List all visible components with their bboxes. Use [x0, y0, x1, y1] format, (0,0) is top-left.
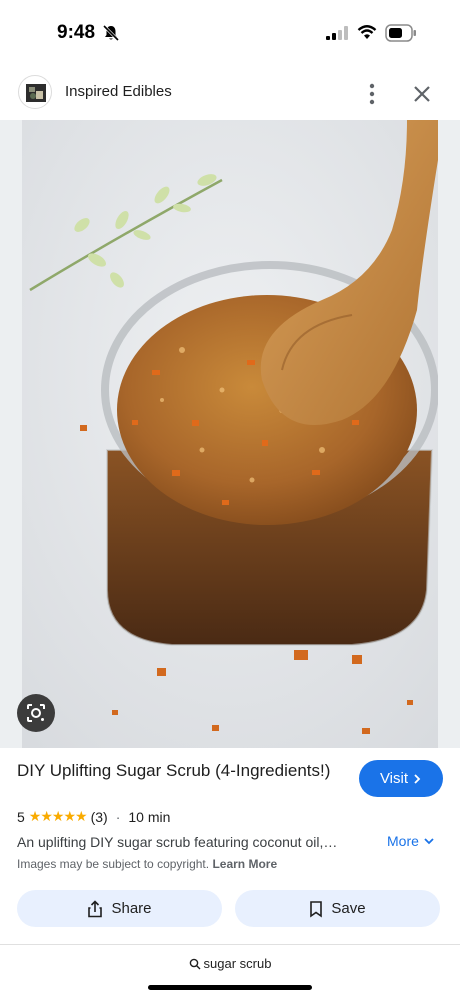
- chevron-right-icon: [414, 773, 421, 784]
- result-description: An uplifting DIY sugar scrub featuring c…: [17, 834, 338, 850]
- more-button[interactable]: More: [387, 833, 435, 849]
- star-rating-icon: ★★★★★: [28, 808, 88, 824]
- chevron-down-icon: [424, 838, 434, 845]
- learn-more-link[interactable]: Learn More: [212, 857, 277, 871]
- share-label: Share: [111, 900, 152, 917]
- sugar-scrub-jar-image[interactable]: [22, 120, 438, 748]
- result-title[interactable]: DIY Uplifting Sugar Scrub (4-Ingredients…: [17, 760, 342, 782]
- site-name[interactable]: Inspired Edibles: [65, 83, 172, 100]
- status-bar: 9:48: [0, 0, 460, 66]
- review-count: (3): [90, 808, 108, 825]
- signal-icon: [326, 26, 348, 40]
- save-button[interactable]: Save: [235, 890, 440, 927]
- save-label: Save: [331, 900, 366, 917]
- separator-dot: ·: [115, 808, 121, 825]
- more-label: More: [387, 833, 419, 849]
- home-indicator[interactable]: [148, 985, 312, 990]
- wifi-icon: [357, 25, 377, 39]
- search-icon: [189, 958, 201, 969]
- copyright-text: Images may be subject to copyright.: [17, 857, 210, 871]
- visit-button[interactable]: Visit: [359, 760, 443, 797]
- share-button[interactable]: Share: [17, 890, 222, 927]
- share-icon: [88, 899, 103, 917]
- close-icon[interactable]: [408, 80, 436, 108]
- lens-icon: [27, 704, 45, 722]
- search-query-text: sugar scrub: [203, 956, 272, 971]
- bell-off-icon: [102, 24, 120, 42]
- search-query-bar[interactable]: sugar scrub: [0, 956, 460, 971]
- cook-time: 10 min: [128, 808, 171, 825]
- battery-icon: [385, 24, 416, 42]
- visit-label: Visit: [379, 770, 409, 787]
- more-vert-icon[interactable]: [358, 80, 386, 108]
- bookmark-icon: [310, 900, 323, 918]
- result-header: Inspired Edibles: [0, 70, 460, 116]
- rating-value: 5: [17, 808, 25, 825]
- copyright-notice: Images may be subject to copyright. Lear…: [17, 857, 277, 871]
- rating-row: 5 ★★★★★ (3) · 10 min: [17, 808, 170, 825]
- site-avatar[interactable]: [18, 75, 52, 109]
- lens-button[interactable]: [17, 694, 55, 732]
- status-time: 9:48: [57, 22, 96, 43]
- divider: [0, 944, 460, 945]
- image-panel: [0, 120, 460, 748]
